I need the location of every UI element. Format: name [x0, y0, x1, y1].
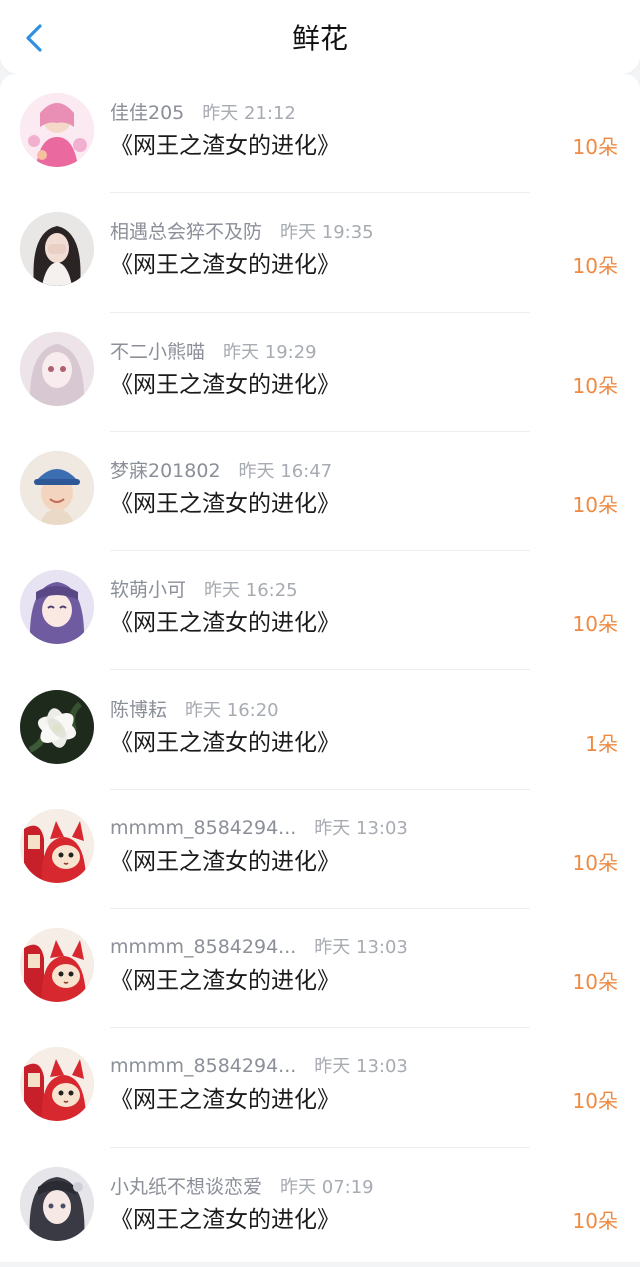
item-meta: 软萌小可 昨天 16:25: [110, 575, 298, 605]
list-item[interactable]: 梦寐201802 昨天 16:47 《网王之渣女的进化》 10朵: [0, 432, 640, 552]
list-item[interactable]: 不二小熊喵 昨天 19:29 《网王之渣女的进化》 10朵: [0, 313, 640, 432]
avatar[interactable]: [20, 928, 94, 1003]
item-meta: mmmm_8584294... 昨天 13:03: [110, 933, 408, 963]
flower-count: 10朵: [572, 970, 618, 995]
item-meta: 小丸纸不想谈恋爱 昨天 07:19: [110, 1172, 374, 1202]
timestamp: 昨天 07:19: [280, 1176, 374, 1198]
item-meta: 梦寐201802 昨天 16:47: [110, 456, 332, 486]
flower-count: 10朵: [572, 492, 618, 517]
list-item[interactable]: 小丸纸不想谈恋爱 昨天 07:19 《网王之渣女的进化》 10朵: [0, 1148, 640, 1267]
book-title[interactable]: 《网王之渣女的进化》: [110, 487, 340, 521]
flower-count: 10朵: [572, 1089, 618, 1114]
item-meta: 陈博耘 昨天 16:20: [110, 695, 279, 725]
flower-list: 佳佳205 昨天 21:12 《网王之渣女的进化》 10朵 相遇总会猝不及防 昨天 19:…: [0, 74, 640, 1262]
book-title[interactable]: 《网王之渣女的进化》: [110, 726, 340, 760]
book-title[interactable]: 《网王之渣女的进化》: [110, 129, 340, 163]
list-item[interactable]: 陈博耘 昨天 16:20 《网王之渣女的进化》 1朵: [0, 671, 640, 790]
item-meta: mmmm_8584294... 昨天 13:03: [110, 814, 408, 844]
flower-count: 10朵: [572, 850, 618, 875]
avatar[interactable]: [20, 1047, 94, 1122]
book-title[interactable]: 《网王之渣女的进化》: [110, 1203, 340, 1237]
timestamp: 昨天 13:03: [314, 817, 408, 839]
flower-count: 10朵: [572, 135, 618, 159]
flower-count: 10朵: [572, 612, 618, 637]
list-item[interactable]: mmmm_8584294... 昨天 13:03 《网王之渣女的进化》 10朵: [0, 909, 640, 1029]
book-title[interactable]: 《网王之渣女的进化》: [110, 1083, 340, 1117]
avatar[interactable]: [20, 570, 94, 645]
timestamp: 昨天 13:03: [314, 937, 408, 959]
top-bar: 鲜花: [0, 0, 640, 74]
timestamp: 昨天 19:29: [223, 341, 317, 363]
timestamp: 昨天 21:12: [202, 103, 296, 124]
user-name[interactable]: 相遇总会猝不及防: [110, 221, 262, 243]
timestamp: 昨天 16:25: [204, 580, 298, 602]
user-name[interactable]: 小丸纸不想谈恋爱: [110, 1176, 262, 1198]
book-title[interactable]: 《网王之渣女的进化》: [110, 248, 340, 282]
book-title[interactable]: 《网王之渣女的进化》: [110, 606, 340, 640]
timestamp: 昨天 16:47: [238, 460, 333, 482]
flower-count: 10朵: [572, 1208, 618, 1233]
avatar[interactable]: [20, 212, 94, 287]
user-name[interactable]: 不二小熊喵: [110, 341, 205, 363]
flower-count: 10朵: [572, 254, 618, 279]
timestamp: 昨天 13:03: [314, 1056, 408, 1078]
user-name[interactable]: 陈博耘: [110, 699, 167, 721]
avatar[interactable]: [20, 331, 94, 406]
user-name[interactable]: mmmm_8584294...: [110, 1055, 296, 1077]
user-name[interactable]: mmmm_8584294...: [110, 936, 296, 958]
avatar[interactable]: [20, 689, 94, 764]
book-title[interactable]: 《网王之渣女的进化》: [110, 964, 340, 998]
avatar[interactable]: [20, 1166, 94, 1241]
flower-count: 10朵: [572, 373, 618, 398]
user-name[interactable]: 佳佳205: [110, 102, 184, 124]
book-title[interactable]: 《网王之渣女的进化》: [110, 368, 340, 402]
avatar[interactable]: [20, 450, 94, 525]
user-name[interactable]: 软萌小可: [110, 579, 186, 601]
item-meta: 佳佳205 昨天 21:12: [110, 98, 296, 128]
avatar[interactable]: [20, 808, 94, 883]
flower-count: 1朵: [585, 731, 618, 756]
user-name[interactable]: 梦寐201802: [110, 460, 221, 482]
list-item[interactable]: 软萌小可 昨天 16:25 《网王之渣女的进化》 10朵: [0, 551, 640, 671]
user-name[interactable]: mmmm_8584294...: [110, 817, 296, 839]
item-meta: 相遇总会猝不及防 昨天 19:35: [110, 217, 374, 247]
list-item[interactable]: mmmm_8584294... 昨天 13:03 《网王之渣女的进化》 10朵: [0, 790, 640, 910]
list-item[interactable]: 相遇总会猝不及防 昨天 19:35 《网王之渣女的进化》 10朵: [0, 193, 640, 313]
item-meta: 不二小熊喵 昨天 19:29: [110, 337, 317, 367]
list-item[interactable]: 佳佳205 昨天 21:12 《网王之渣女的进化》 10朵: [0, 74, 640, 194]
list-item[interactable]: mmmm_8584294... 昨天 13:03 《网王之渣女的进化》 10朵: [0, 1028, 640, 1148]
timestamp: 昨天 16:20: [185, 699, 279, 721]
page-title: 鲜花: [291, 22, 348, 55]
book-title[interactable]: 《网王之渣女的进化》: [110, 845, 340, 879]
timestamp: 昨天 19:35: [280, 222, 374, 244]
item-meta: mmmm_8584294... 昨天 13:03: [110, 1052, 408, 1082]
avatar[interactable]: [20, 93, 94, 167]
